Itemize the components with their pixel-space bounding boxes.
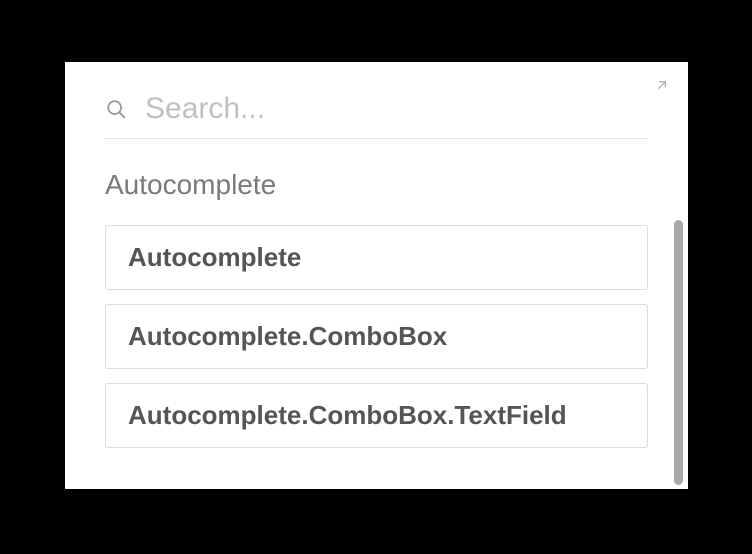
search-input[interactable]: [145, 92, 648, 126]
results-content: Autocomplete Autocomplete Autocomplete.C…: [65, 139, 688, 476]
result-item[interactable]: Autocomplete.ComboBox: [105, 304, 648, 369]
search-panel: Autocomplete Autocomplete Autocomplete.C…: [65, 62, 688, 489]
search-icon: [105, 98, 127, 120]
section-label: Autocomplete: [105, 169, 648, 201]
scrollbar[interactable]: [674, 220, 683, 485]
result-item[interactable]: Autocomplete: [105, 225, 648, 290]
result-item[interactable]: Autocomplete.ComboBox.TextField: [105, 383, 648, 448]
search-row: [65, 62, 688, 138]
expand-icon[interactable]: [654, 77, 670, 93]
